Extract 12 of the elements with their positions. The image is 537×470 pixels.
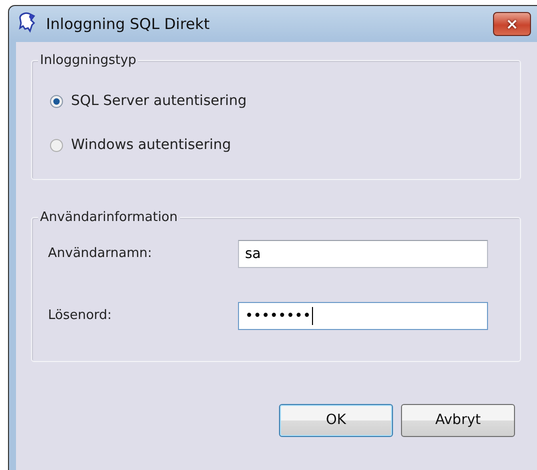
close-button[interactable]: × bbox=[493, 12, 531, 36]
input-field[interactable]: sa bbox=[238, 240, 488, 268]
ok-button[interactable]: OK bbox=[279, 404, 393, 437]
window-title: Inloggning SQL Direkt bbox=[46, 14, 211, 35]
radio-button[interactable] bbox=[50, 95, 63, 108]
radio-button[interactable] bbox=[50, 139, 63, 152]
input-field[interactable]: •••••••• bbox=[238, 302, 488, 330]
radio-label[interactable]: Windows autentisering bbox=[71, 135, 232, 156]
radio-label[interactable]: SQL Server autentisering bbox=[71, 91, 247, 112]
field-label: Lösenord: bbox=[48, 307, 113, 326]
field-label: Användarnamn: bbox=[48, 245, 153, 264]
cancel-button[interactable]: Avbryt bbox=[401, 404, 515, 437]
